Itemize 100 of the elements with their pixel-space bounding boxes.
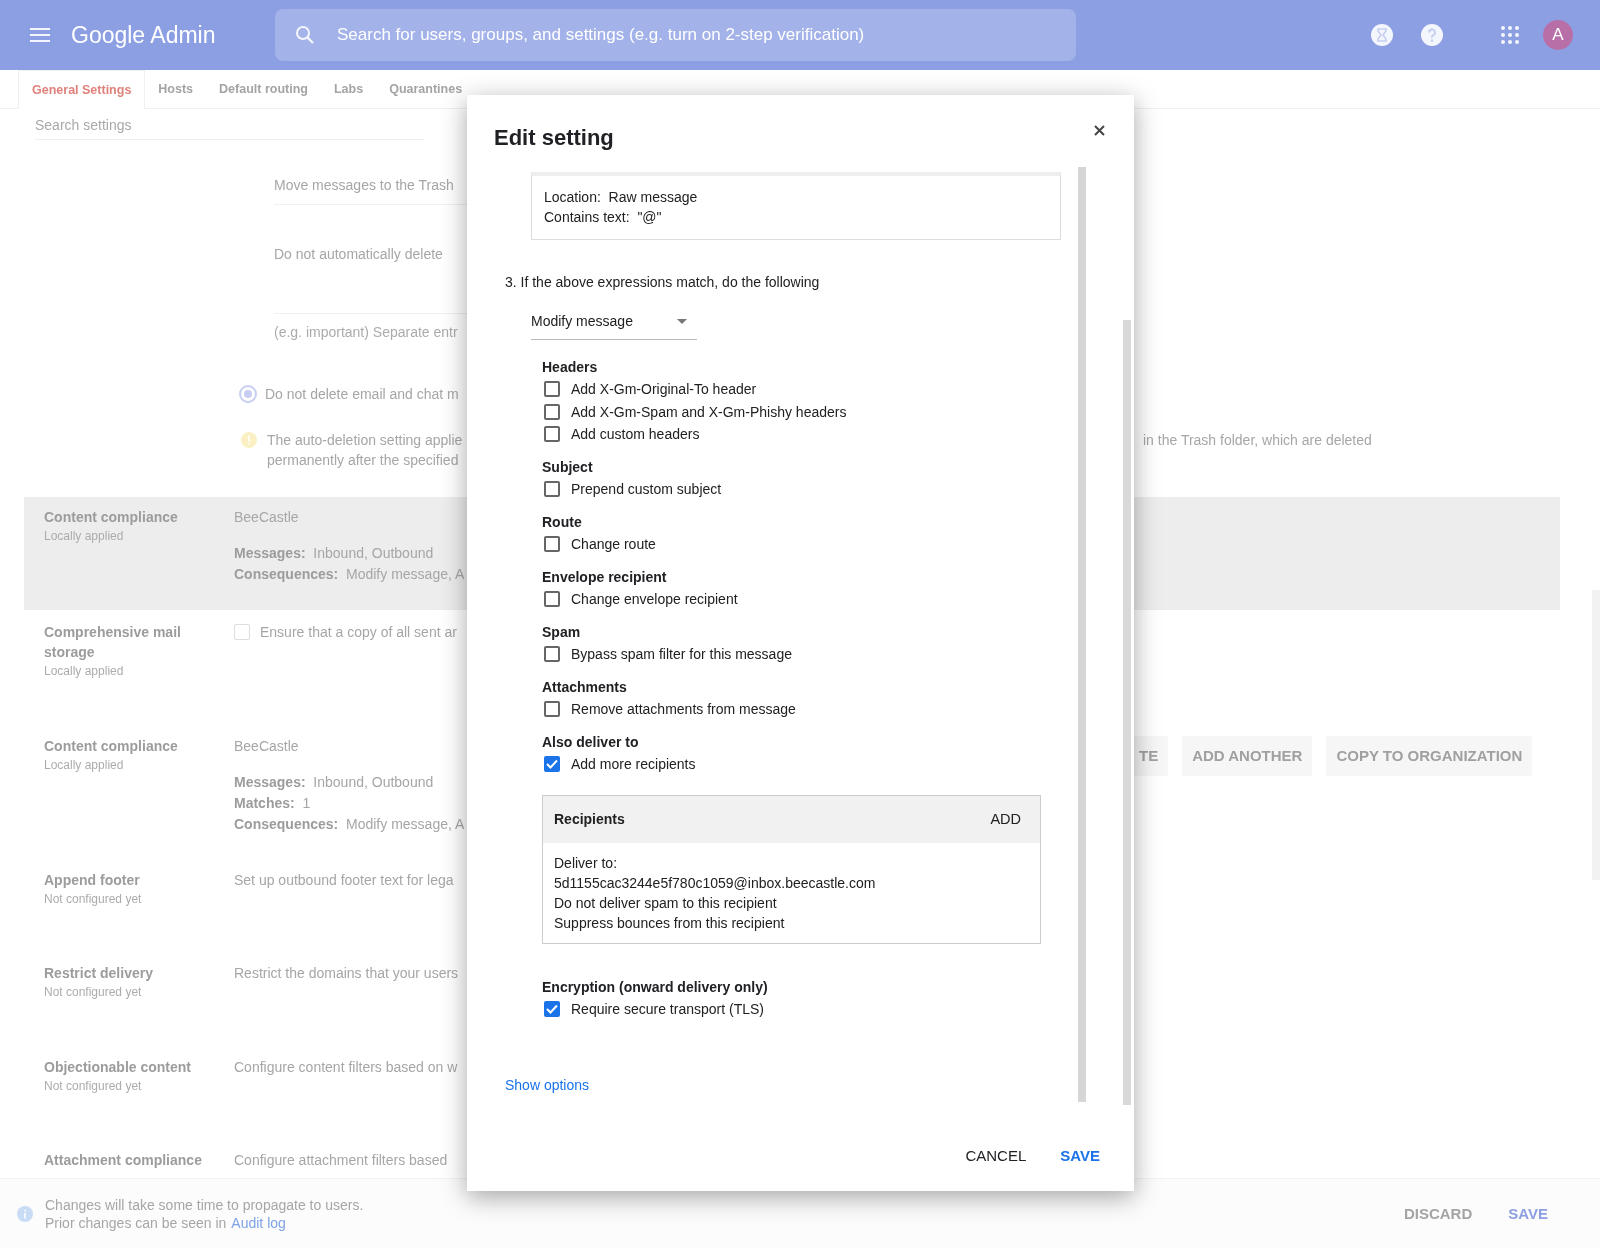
setting-status: Not configured yet (44, 891, 143, 908)
checkbox[interactable] (544, 756, 560, 773)
group-heading: Subject (542, 458, 594, 477)
hourglass-icon[interactable] (1370, 23, 1394, 47)
expression-text: Contains text: "@" (544, 208, 663, 227)
recipient-text: Suppress bounces from this recipient (554, 913, 786, 933)
step-text: 3. If the above expressions match, do the following (505, 273, 820, 292)
help-icon[interactable] (1420, 23, 1444, 47)
checkbox-label: Ensure that a copy of all sent ar (260, 623, 457, 642)
action-button[interactable]: COPY TO ORGANIZATION (1326, 736, 1533, 776)
group-heading: Attachments (542, 678, 628, 697)
setting-title[interactable]: Restrict delivery (44, 963, 234, 983)
checkbox[interactable] (544, 1000, 560, 1017)
close-icon (1094, 124, 1105, 136)
expression-text: Location: Raw message (544, 188, 699, 207)
search-icon (295, 25, 315, 45)
footer-message: Prior changes can be seen in (45, 1213, 227, 1232)
note-text: permanently after the specified (267, 451, 459, 470)
recipients-heading: Recipients (554, 810, 625, 829)
checkbox[interactable] (544, 701, 560, 718)
setting-description: Set up outbound footer text for lega (234, 871, 454, 890)
checkbox[interactable] (544, 403, 560, 420)
tab[interactable]: Quarantines (376, 70, 476, 108)
checkbox-label: Add X-Gm-Spam and X-Gm-Phishy headers (571, 402, 847, 422)
tab[interactable]: Default routing (206, 70, 321, 108)
rule-name: BeeCastle (234, 737, 299, 756)
warning-icon (241, 432, 257, 448)
group-heading: Headers (542, 358, 599, 377)
scrollbar[interactable] (1123, 320, 1131, 1105)
checkbox[interactable] (544, 381, 560, 398)
search-field[interactable]: Search for users, groups, and settings (e.g. turn on 2-step verification) (275, 9, 1076, 61)
recipient-text: Do not deliver spam to this recipient (554, 893, 778, 913)
setting-title[interactable]: Content compliance (44, 736, 234, 756)
checkbox-label: Change envelope recipient (571, 590, 738, 610)
checkbox-label: Add more recipients (571, 755, 696, 775)
radio-button[interactable] (239, 385, 257, 403)
tab[interactable]: General Settings (18, 70, 146, 109)
checkbox[interactable] (544, 646, 560, 663)
group-heading: Encryption (onward delivery only) (542, 977, 768, 997)
checkbox-label: Remove attachments from message (571, 700, 796, 720)
radio-label: Do not delete email and chat m (265, 385, 459, 404)
checkbox-label: Prepend custom subject (571, 480, 722, 500)
recipient-text: 5d1155cac3244e5f780c1059@inbox.beecastle.com (554, 873, 877, 893)
setting-title[interactable]: Objectionable content (44, 1057, 234, 1077)
checkbox[interactable] (544, 481, 560, 498)
rule-detail: Consequences: Modify message, A (234, 565, 465, 584)
group-heading: Route (542, 513, 583, 532)
checkbox-label: Bypass spam filter for this message (571, 645, 792, 665)
checkbox-label: Add X-Gm-Original-To header (571, 380, 757, 400)
rule-name: BeeCastle (234, 508, 299, 527)
rule-detail: Matches: 1 (234, 794, 311, 813)
show-options-link[interactable]: Show options (505, 1075, 590, 1095)
info-icon (17, 1205, 33, 1222)
tab[interactable]: Hosts (145, 70, 207, 108)
dialog-title: Edit setting (494, 124, 614, 151)
setting-title[interactable]: Comprehensive mail storage (44, 622, 234, 662)
setting-description: Configure content filters based on w (234, 1058, 458, 1077)
footer-message: Changes will take some time to propagate to users. (45, 1195, 364, 1214)
setting-title[interactable]: Attachment compliance (44, 1150, 234, 1170)
checkbox-label: Require secure transport (TLS) (571, 999, 764, 1019)
rule-detail: Consequences: Modify message, A (234, 815, 465, 834)
apps-icon[interactable] (1500, 25, 1520, 45)
setting-status: Not configured yet (44, 1078, 143, 1095)
setting-description: Restrict the domains that your users (234, 964, 459, 983)
dialog-button[interactable]: CANCEL (965, 1139, 1027, 1172)
group-heading: Also deliver to (542, 733, 640, 752)
setting-title[interactable]: Content compliance (44, 507, 234, 527)
scrollbar[interactable] (1078, 167, 1086, 1102)
caret-icon (677, 318, 687, 324)
setting-status: Locally applied (44, 757, 125, 774)
checkbox[interactable] (544, 536, 560, 553)
tab[interactable]: Labs (320, 70, 377, 108)
audit-log-link[interactable]: Audit log (231, 1213, 286, 1232)
group-heading: Spam (542, 623, 582, 642)
checkbox-label: Add custom headers (571, 425, 700, 445)
add-button[interactable]: ADD (990, 809, 1021, 829)
footer-button[interactable]: SAVE (1508, 1205, 1548, 1222)
checkbox[interactable] (544, 426, 560, 443)
checkbox[interactable] (544, 591, 560, 608)
action-dropdown[interactable]: Modify message (531, 311, 697, 340)
product-name: Google Admin (71, 21, 217, 49)
dialog-button[interactable]: SAVE (1060, 1139, 1100, 1172)
note-text: The auto-deletion setting applie (267, 431, 463, 450)
setting-title[interactable]: Append footer (44, 870, 234, 890)
recipient-text: Deliver to: (554, 853, 619, 873)
group-heading: Envelope recipient (542, 568, 668, 587)
setting-description: Configure attachment filters based (234, 1151, 448, 1170)
note-text: in the Trash folder, which are deleted (1143, 431, 1372, 450)
setting-status: Locally applied (44, 528, 125, 545)
setting-status: Not configured yet (44, 984, 143, 1001)
footer-button[interactable]: DISCARD (1403, 1205, 1473, 1222)
field-value[interactable]: Do not automatically delete (274, 246, 443, 262)
setting-status: Locally applied (44, 663, 125, 680)
rule-detail: Messages: Inbound, Outbound (234, 773, 434, 792)
avatar[interactable]: A (1543, 20, 1573, 50)
checkbox-label: Change route (571, 535, 656, 555)
menu-icon[interactable] (30, 28, 50, 42)
rule-detail: Messages: Inbound, Outbound (234, 544, 434, 563)
field-value[interactable]: Move messages to the Trash (274, 177, 454, 193)
action-button[interactable]: ADD ANOTHER (1182, 736, 1313, 776)
